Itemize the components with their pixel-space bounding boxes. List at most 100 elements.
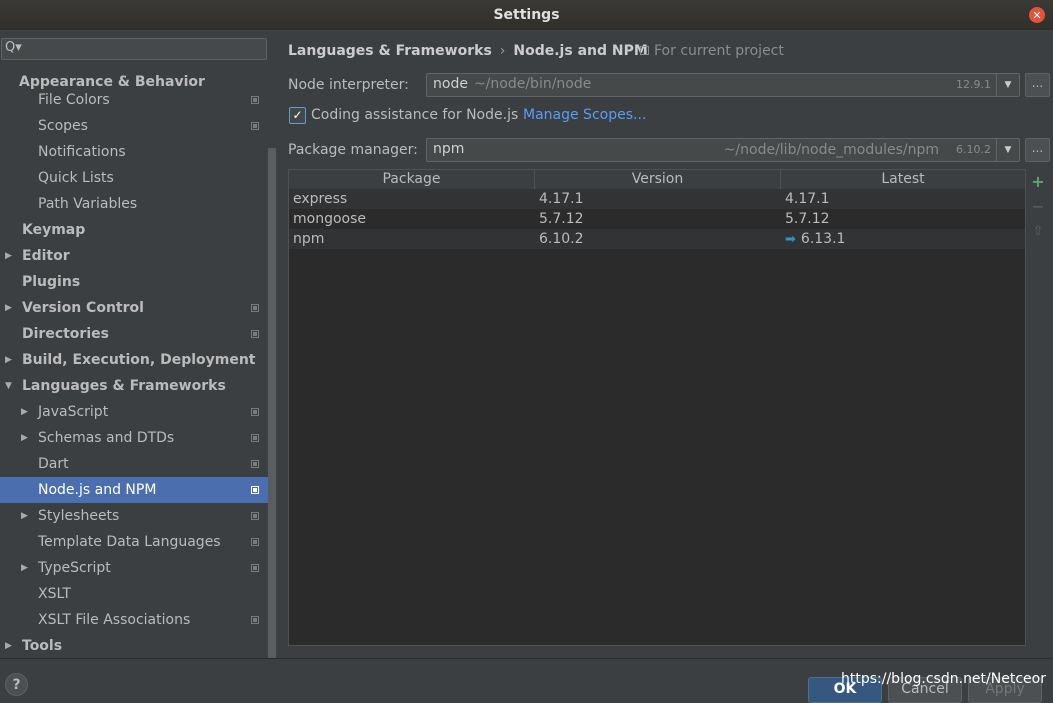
tree-item-template-data-languages[interactable]: Template Data Languages <box>0 529 268 555</box>
help-icon[interactable]: ? <box>5 673 28 696</box>
package-manager-select[interactable]: npm ~/node/lib/node_modules/npm 6.10.2 ▼ <box>426 138 1020 162</box>
tree-item-nodejs-npm[interactable]: Node.js and NPM <box>0 477 268 503</box>
upgrade-available-icon: ➡ <box>785 232 796 247</box>
package-latest: 4.17.1 <box>785 191 830 207</box>
coding-assistance-checkbox[interactable]: ✓ <box>289 107 306 124</box>
tree-item-label: TypeScript <box>38 560 111 576</box>
tree-item-quick-lists[interactable]: Quick Lists <box>0 165 268 191</box>
breadcrumb-current: Node.js and NPM <box>513 43 648 59</box>
tree-item-dart[interactable]: Dart <box>0 451 268 477</box>
tree-item-label: File Colors <box>38 92 110 108</box>
manage-scopes-link[interactable]: Manage Scopes... <box>523 105 646 125</box>
node-interpreter-label: Node interpreter: <box>288 77 409 93</box>
tree-item-languages-frameworks[interactable]: ▼ Languages & Frameworks <box>0 373 268 399</box>
tree-item-plugins[interactable]: Plugins <box>0 269 268 295</box>
title-bar: Settings ✕ <box>0 0 1053 30</box>
tree-item-typescript[interactable]: ▶ TypeScript <box>0 555 268 581</box>
column-header-latest[interactable]: Latest <box>781 170 1025 189</box>
chevron-down-icon[interactable]: ▼ <box>996 139 1019 161</box>
tree-item-scopes[interactable]: Scopes <box>0 113 268 139</box>
table-row[interactable]: npm 6.10.2 ➡ 6.13.1 <box>289 229 1025 249</box>
tree-item-label: Node.js and NPM <box>38 482 157 498</box>
node-interpreter-value: node <box>433 76 468 92</box>
expand-arrow-icon[interactable]: ▶ <box>5 243 12 269</box>
tree-item-path-variables[interactable]: Path Variables <box>0 191 268 217</box>
column-header-package[interactable]: Package <box>289 170 535 189</box>
tree-item-label: Keymap <box>22 222 86 238</box>
package-version: 4.17.1 <box>539 191 584 207</box>
search-icon: Q▾ <box>5 40 22 55</box>
tree-item-label: JavaScript <box>38 404 109 420</box>
package-latest: 6.13.1 <box>800 231 846 247</box>
tree-item-tools[interactable]: ▶ Tools <box>0 633 268 658</box>
sidebar-scrollbar[interactable] <box>268 148 276 658</box>
add-package-icon[interactable]: + <box>1027 172 1049 192</box>
project-scope-icon <box>251 330 259 338</box>
window-close-icon[interactable]: ✕ <box>1029 7 1045 23</box>
table-row[interactable]: mongoose 5.7.12 5.7.12 <box>289 209 1025 229</box>
project-scope-icon <box>251 408 259 416</box>
table-row[interactable]: express 4.17.1 4.17.1 <box>289 189 1025 209</box>
upgrade-package-icon[interactable]: ⇧ <box>1027 222 1049 242</box>
tree-item-xslt-file-associations[interactable]: XSLT File Associations <box>0 607 268 633</box>
package-name: express <box>293 191 348 207</box>
coding-assistance-label[interactable]: Coding assistance for Node.js <box>311 105 518 125</box>
package-manager-version: 6.10.2 <box>956 143 991 156</box>
tree-item-directories[interactable]: Directories <box>0 321 268 347</box>
expand-arrow-icon[interactable]: ▶ <box>21 425 28 451</box>
package-manager-browse-button[interactable]: ... <box>1025 138 1050 162</box>
package-manager-label: Package manager: <box>288 142 418 158</box>
node-interpreter-select[interactable]: node ~/node/bin/node 12.9.1 ▼ <box>426 73 1020 97</box>
settings-search-input[interactable]: Q▾ <box>1 38 267 60</box>
project-scope-icon <box>251 96 259 104</box>
node-interpreter-browse-button[interactable]: ... <box>1025 73 1050 97</box>
watermark: https://blog.csdn.net/Netceor <box>841 671 1046 687</box>
tree-item-label: Schemas and DTDs <box>38 430 175 446</box>
tree-item-stylesheets[interactable]: ▶ Stylesheets <box>0 503 268 529</box>
remove-package-icon[interactable]: − <box>1027 197 1049 217</box>
tree-item-label: Path Variables <box>38 196 138 212</box>
chevron-down-icon[interactable]: ▼ <box>996 74 1019 96</box>
tree-item-version-control[interactable]: ▶ Version Control <box>0 295 268 321</box>
tree-item-javascript[interactable]: ▶ JavaScript <box>0 399 268 425</box>
tree-item-build-execution-deployment[interactable]: ▶ Build, Execution, Deployment <box>0 347 268 373</box>
expand-arrow-icon[interactable]: ▶ <box>5 633 12 658</box>
package-manager-path: ~/node/lib/node_modules/npm <box>723 142 939 158</box>
column-header-version[interactable]: Version <box>535 170 781 189</box>
expand-arrow-icon[interactable]: ▶ <box>5 347 12 373</box>
expand-arrow-icon[interactable]: ▶ <box>5 295 12 321</box>
tree-item-label: Notifications <box>38 144 126 160</box>
tree-item-keymap[interactable]: Keymap <box>0 217 268 243</box>
tree-item-label: Languages & Frameworks <box>22 378 226 394</box>
tree-item-editor[interactable]: ▶ Editor <box>0 243 268 269</box>
tree-item-label: Build, Execution, Deployment <box>22 352 256 368</box>
tree-item-label: XSLT <box>38 586 71 602</box>
package-name: npm <box>293 231 325 247</box>
settings-content: Languages & Frameworks › Node.js and NPM F… <box>277 30 1053 658</box>
breadcrumb-parent[interactable]: Languages & Frameworks <box>288 43 492 59</box>
expand-arrow-icon[interactable]: ▶ <box>21 555 28 581</box>
project-scope-icon <box>251 304 259 312</box>
collapse-arrow-icon[interactable]: ▼ <box>5 373 12 399</box>
settings-sidebar: Q▾ Appearance & Behavior File Colors Sco… <box>0 30 277 658</box>
package-version: 5.7.12 <box>539 211 584 227</box>
project-scope-icon <box>251 122 259 130</box>
node-interpreter-path: ~/node/bin/node <box>473 76 592 92</box>
project-scope-label: For current project <box>654 43 784 59</box>
tree-item-notifications[interactable]: Notifications <box>0 139 268 165</box>
project-scope-icon <box>251 564 259 572</box>
tree-item-xslt[interactable]: XSLT <box>0 581 268 607</box>
tree-item-label: Dart <box>38 456 69 472</box>
package-latest: 5.7.12 <box>785 211 830 227</box>
project-scope-icon <box>251 486 259 494</box>
package-name: mongoose <box>293 211 367 227</box>
expand-arrow-icon[interactable]: ▶ <box>21 399 28 425</box>
packages-table: Package Version Latest express 4.17.1 4.… <box>288 169 1026 646</box>
project-scope-icon <box>251 434 259 442</box>
tree-item-label: Quick Lists <box>38 170 114 186</box>
tree-item-schemas-dtds[interactable]: ▶ Schemas and DTDs <box>0 425 268 451</box>
tree-item-label: Editor <box>22 248 70 264</box>
expand-arrow-icon[interactable]: ▶ <box>21 503 28 529</box>
tree-item-file-colors[interactable]: File Colors <box>0 87 268 113</box>
tree-item-label: Version Control <box>22 300 144 316</box>
